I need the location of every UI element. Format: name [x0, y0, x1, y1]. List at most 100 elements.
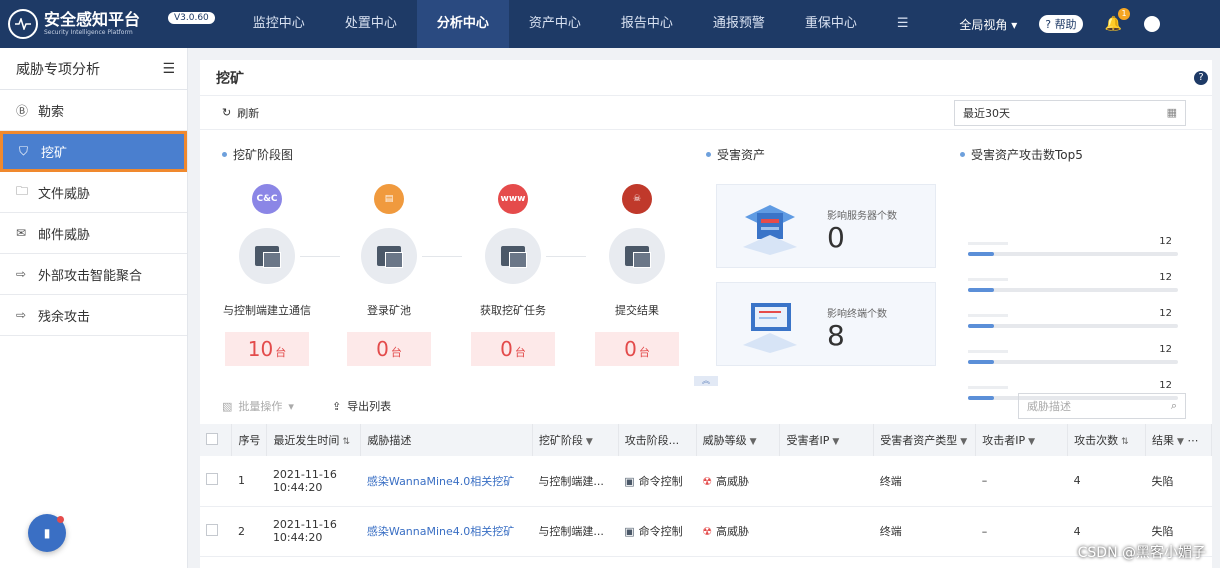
more-icon[interactable]: ⋯ — [1187, 434, 1198, 447]
stage-pool-login[interactable]: ▤ 登录矿池 0 台 — [334, 184, 444, 366]
stage-count-unit: 台 — [390, 346, 402, 359]
row-desc-link[interactable]: 感染WannaMine4.0相关挖矿 — [360, 506, 533, 557]
top5-row[interactable]: 12 — [968, 344, 1180, 380]
refresh-button[interactable]: ↻ 刷新 — [222, 105, 259, 121]
row-date: 2021-11-16 — [272, 518, 337, 531]
row-asset-type: 终端 — [873, 456, 976, 507]
stage-count-unit: 台 — [638, 346, 650, 359]
filter-icon: ▼ — [749, 437, 757, 447]
stage-label: 获取挖矿任务 — [480, 304, 546, 317]
row-index: 1 — [231, 456, 267, 507]
col-level[interactable]: 威胁等级 ▼ — [696, 424, 781, 456]
file-icon: 🗀 — [16, 183, 29, 198]
sidebar-item-label: 勒索 — [38, 104, 65, 120]
col-time[interactable]: 最近发生时间 ⇅ — [266, 424, 362, 456]
nav-alerts[interactable]: 通报预警 — [693, 0, 785, 48]
nav-protection[interactable]: 重保中心 — [785, 0, 877, 48]
top5-value: 12 — [1159, 272, 1172, 283]
row-time: 2021-11-16 10:44:20 — [266, 506, 361, 557]
chevron-down-icon: ▾ — [288, 399, 294, 413]
masked-ip — [968, 350, 1008, 353]
col-result[interactable]: 结果 ▼ ⋯ — [1145, 424, 1212, 456]
col-attack-stage[interactable]: 攻击阶段... — [618, 424, 697, 456]
row-checkbox[interactable] — [206, 473, 218, 486]
list-toolbar: ▧ 批量操作 ▾ ⇪ 导出列表 威胁描述 ⌕ — [200, 388, 1212, 424]
stage-count: 0 台 — [471, 332, 555, 366]
help-button[interactable]: ? 帮助 — [1039, 15, 1083, 33]
ransomware-icon: Ⓑ — [16, 103, 29, 118]
row-time: 2021-11-16 10:44:20 — [266, 456, 361, 507]
nav-analysis[interactable]: 分析中心 — [416, 0, 509, 48]
refresh-icon: ↻ — [222, 106, 232, 119]
top5-row[interactable]: 12 — [968, 272, 1180, 308]
row-attacker-ip: – — [975, 456, 1068, 507]
nav-more-icon[interactable]: ☰ — [877, 0, 929, 48]
top5-row[interactable]: 12 — [968, 308, 1180, 344]
row-desc-link[interactable]: 感染WannaMine4.0相关挖矿 — [360, 456, 533, 507]
table-row[interactable]: 2 2021-11-16 10:44:20 感染WannaMine4.0相关挖矿 … — [200, 506, 1212, 557]
col-attacker-ip[interactable]: 攻击者IP ▼ — [975, 424, 1069, 456]
monitor-icon — [743, 303, 797, 353]
biohazard-icon: ☢ — [702, 525, 712, 538]
bell-icon[interactable]: 🔔 1 — [1105, 8, 1130, 32]
server-stack-icon — [743, 205, 797, 255]
collapse-menu-icon[interactable]: ☰ — [162, 61, 175, 77]
masked-ip — [968, 278, 1008, 281]
nav-assets[interactable]: 资产中心 — [509, 0, 601, 48]
search-placeholder: 威胁描述 — [1027, 400, 1071, 413]
stage-section-label: 挖矿阶段图 — [233, 148, 294, 162]
export-icon: ⇪ — [331, 399, 342, 413]
date-range-picker[interactable]: 最近30天 ▦ — [954, 99, 1186, 126]
row-level: ☢ 高威胁 — [696, 456, 780, 507]
search-input[interactable]: 威胁描述 ⌕ — [1018, 393, 1186, 419]
col-mining-stage[interactable]: 挖矿阶段 ▼ — [532, 424, 619, 456]
col-victim-ip[interactable]: 受害者IP ▼ — [779, 424, 875, 456]
top5-value: 12 — [1159, 236, 1172, 247]
select-all-checkbox[interactable] — [206, 432, 218, 445]
col-count[interactable]: 攻击次数 ⇅ — [1067, 424, 1146, 456]
view-selector[interactable]: 全局视角 ▾ — [959, 16, 1017, 33]
row-checkbox-cell — [200, 456, 232, 507]
collapse-toggle-icon[interactable]: ︽ — [694, 376, 718, 386]
bullet-icon — [706, 152, 711, 157]
stage-cc[interactable]: C&C 与控制端建立通信 10 台 — [212, 184, 322, 366]
asset-card-terminals[interactable]: 影响终端个数 8 — [716, 282, 936, 366]
sidebar-item-ransomware[interactable]: Ⓑ 勒索 — [0, 90, 187, 131]
asset-card-servers[interactable]: 影响服务器个数 0 — [716, 184, 936, 268]
question-icon[interactable]: ? — [1194, 71, 1208, 85]
stage-submit-result[interactable]: ☠ 提交结果 0 台 — [582, 184, 692, 366]
filter-icon: ▼ — [832, 437, 840, 447]
sidebar-item-residual-attack[interactable]: ⇨ 残余攻击 — [0, 295, 187, 336]
server-icon — [609, 228, 665, 284]
col-mining-stage-label: 挖矿阶段 — [538, 434, 583, 447]
logo-icon — [8, 9, 38, 39]
top5-track — [968, 288, 1178, 292]
nav-reports[interactable]: 报告中心 — [601, 0, 693, 48]
row-date: 2021-11-16 — [272, 467, 337, 481]
nav-disposal[interactable]: 处置中心 — [325, 0, 417, 48]
top5-row[interactable]: 12 — [968, 236, 1180, 272]
col-victim-ip-label: 受害者IP — [786, 434, 830, 447]
sidebar-item-label: 外部攻击智能聚合 — [38, 268, 143, 284]
row-checkbox[interactable] — [206, 523, 218, 536]
row-result: 失陷 — [1145, 456, 1212, 507]
sidebar-item-mail-threat[interactable]: ✉ 邮件威胁 — [0, 213, 187, 254]
col-asset-type[interactable]: 受害者资产类型 ▼ — [873, 424, 977, 456]
sidebar-item-external-attack[interactable]: ⇨ 外部攻击智能聚合 — [0, 254, 187, 295]
batch-ops-button[interactable]: ▧ 批量操作 ▾ — [222, 398, 294, 414]
stage-get-task[interactable]: www 获取挖矿任务 0 台 — [458, 184, 568, 366]
sidebar-item-file-threat[interactable]: 🗀 文件威胁 — [0, 172, 187, 213]
asset-value: 8 — [827, 319, 845, 352]
export-button[interactable]: ⇪ 导出列表 — [332, 398, 391, 414]
user-avatar-icon[interactable] — [1144, 16, 1160, 32]
stage-label: 登录矿池 — [367, 304, 411, 317]
sidebar-header: 威胁专项分析 ☰ — [0, 48, 187, 90]
feedback-button[interactable]: ▮ — [28, 514, 66, 552]
sidebar-item-mining[interactable]: ⛉ 挖矿 — [0, 131, 187, 172]
table-row[interactable]: 1 2021-11-16 10:44:20 感染WannaMine4.0相关挖矿 … — [200, 456, 1212, 507]
chevron-down-icon: ▾ — [1011, 17, 1018, 32]
select-all-cell — [200, 424, 233, 456]
nav-monitor[interactable]: 监控中心 — [233, 0, 325, 48]
row-checkbox-cell — [200, 506, 232, 557]
help-label: 帮助 — [1054, 18, 1077, 31]
